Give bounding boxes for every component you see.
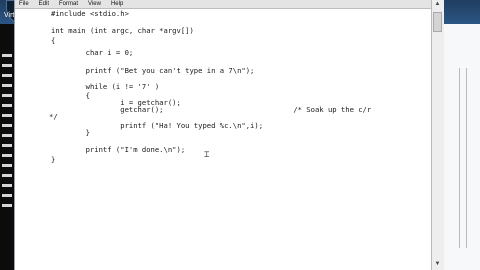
terminal-line [2, 104, 12, 107]
terminal-line [2, 144, 12, 147]
terminal-line [2, 154, 12, 157]
vertical-scrollbar[interactable]: ▲ ▼ [431, 0, 444, 270]
terminal-line [2, 84, 12, 87]
code-line: } [51, 128, 90, 137]
terminal-line [2, 164, 12, 167]
menu-bar: File Edit Format View Help [15, 0, 431, 9]
terminal-line [2, 94, 12, 97]
terminal-line [2, 184, 12, 187]
scroll-up-arrow-icon[interactable]: ▲ [433, 0, 442, 9]
text-editor-window: File Edit Format View Help #include <std… [14, 0, 444, 270]
terminal-line [2, 74, 12, 77]
code-editor-text-area[interactable]: #include <stdio.h> int main (int argc, c… [15, 9, 429, 270]
menu-edit[interactable]: Edit [35, 0, 55, 8]
terminal-line [2, 114, 12, 117]
terminal-line [2, 174, 12, 177]
code-line: #include <stdio.h> [51, 9, 129, 18]
menu-file[interactable]: File [15, 0, 35, 8]
code-line: int main (int argc, char *argv[]) [51, 26, 194, 35]
terminal-strip [0, 24, 14, 270]
code-line: { [51, 36, 56, 45]
terminal-line [2, 64, 12, 67]
terminal-line [2, 194, 12, 197]
terminal-line [2, 124, 12, 127]
code-line: printf ("Bet you can't type in a 7\n"); [51, 66, 255, 75]
terminal-line [2, 54, 12, 57]
terminal-line [2, 204, 12, 207]
menu-format[interactable]: Format [55, 0, 84, 8]
code-line: getchar(); /* Soak up the c/r [51, 105, 372, 114]
menu-help[interactable]: Help [107, 0, 129, 8]
code-line: printf ("I'm done.\n"); [51, 145, 186, 154]
code-line: char i = 0; [51, 48, 134, 57]
code-line: } [51, 155, 56, 164]
sidebar-grip [459, 68, 467, 248]
text-cursor: ⌶ [204, 150, 210, 160]
scroll-down-arrow-icon[interactable]: ▼ [433, 260, 442, 269]
menu-view[interactable]: View [84, 0, 107, 8]
terminal-line [2, 134, 12, 137]
scroll-thumb[interactable] [433, 12, 442, 32]
background-sidebar [440, 24, 480, 270]
